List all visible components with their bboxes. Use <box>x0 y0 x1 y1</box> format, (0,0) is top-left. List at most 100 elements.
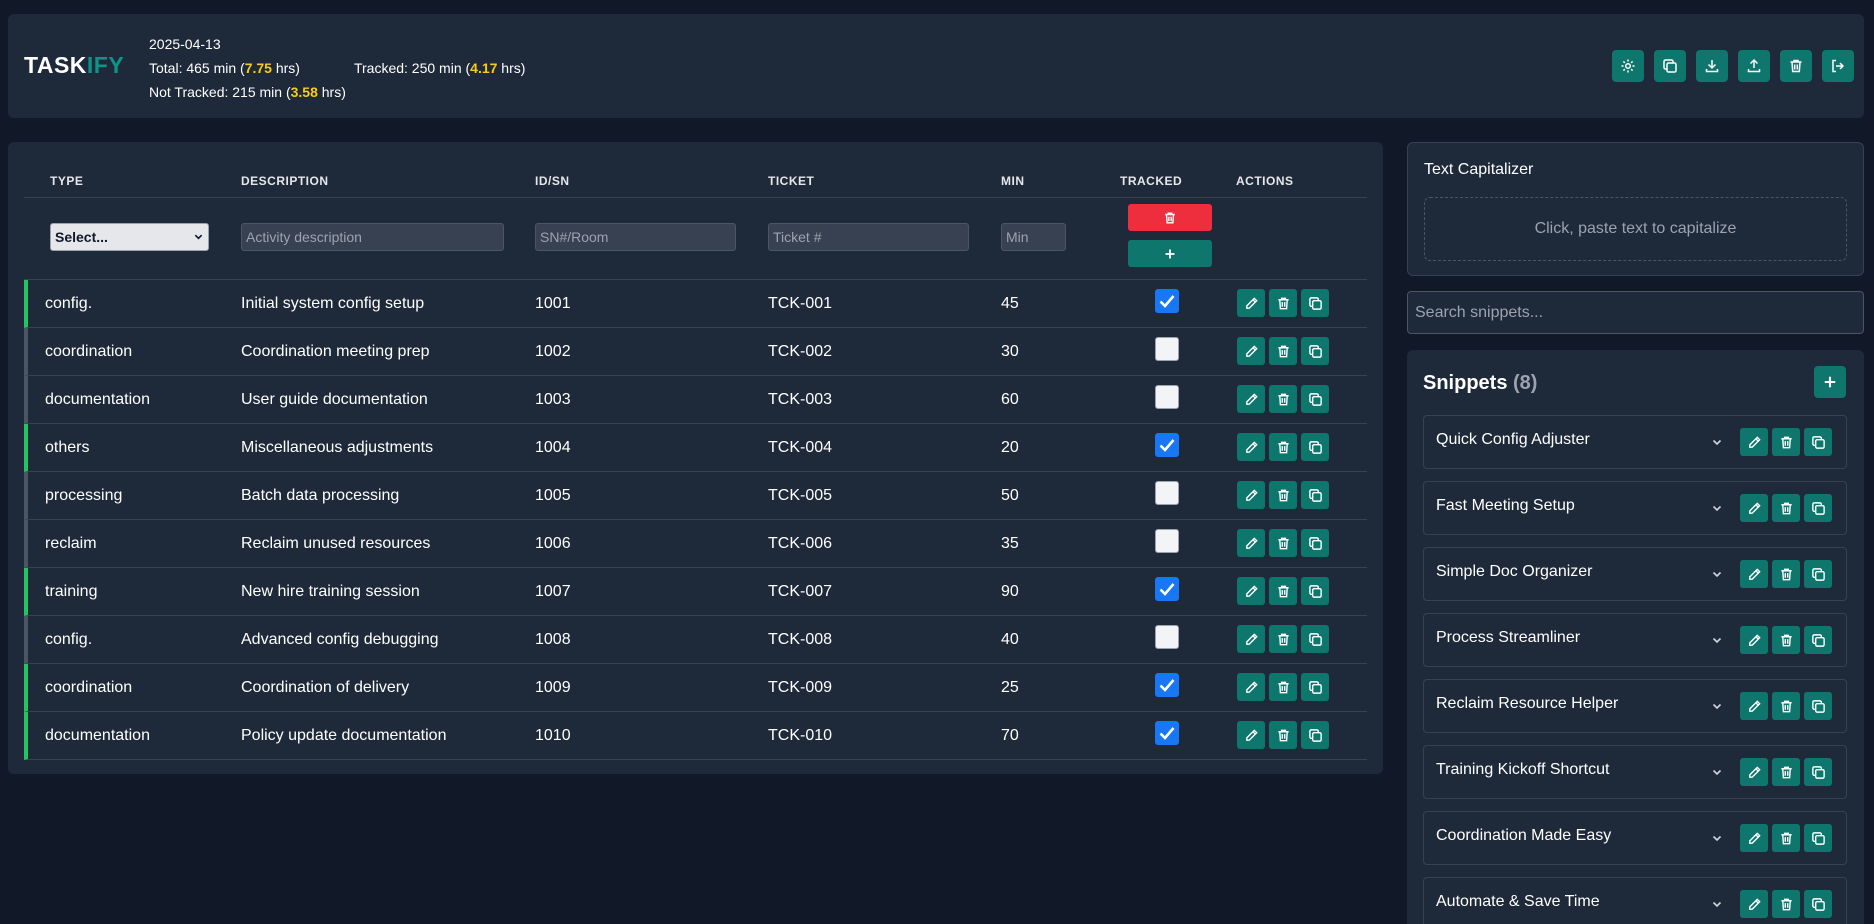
delete-button[interactable] <box>1772 626 1800 654</box>
delete-button[interactable] <box>1269 673 1297 701</box>
copy-button[interactable] <box>1301 625 1329 653</box>
edit-button[interactable] <box>1740 890 1768 918</box>
settings-button[interactable] <box>1612 50 1644 82</box>
clear-all-button[interactable] <box>1780 50 1812 82</box>
edit-button[interactable] <box>1740 692 1768 720</box>
snippet-item[interactable]: Process Streamliner <box>1423 613 1847 667</box>
edit-button[interactable] <box>1237 673 1265 701</box>
copy-button[interactable] <box>1301 481 1329 509</box>
tracked-checkbox[interactable] <box>1155 721 1179 745</box>
copy-button[interactable] <box>1301 289 1329 317</box>
snippet-item[interactable]: Automate & Save Time <box>1423 877 1847 924</box>
delete-button[interactable] <box>1269 481 1297 509</box>
download-button[interactable] <box>1696 50 1728 82</box>
cell-id: 1005 <box>535 487 571 504</box>
edit-button[interactable] <box>1740 626 1768 654</box>
tracked-checkbox[interactable] <box>1155 385 1179 409</box>
delete-button[interactable] <box>1269 577 1297 605</box>
copy-button[interactable] <box>1301 673 1329 701</box>
delete-button[interactable] <box>1772 890 1800 918</box>
upload-button[interactable] <box>1738 50 1770 82</box>
snippet-search-input[interactable]: Search snippets... <box>1407 291 1864 334</box>
add-snippet-button[interactable] <box>1814 366 1846 398</box>
snippet-item[interactable]: Quick Config Adjuster <box>1423 415 1847 469</box>
logout-button[interactable] <box>1822 50 1854 82</box>
snippet-item[interactable]: Simple Doc Organizer <box>1423 547 1847 601</box>
edit-button[interactable] <box>1237 529 1265 557</box>
edit-button[interactable] <box>1740 428 1768 456</box>
chevron-down-icon[interactable] <box>1712 569 1722 579</box>
description-input[interactable]: Activity description <box>241 223 504 251</box>
copy-button[interactable] <box>1301 337 1329 365</box>
add-activity-button[interactable] <box>1128 240 1212 267</box>
copy-button[interactable] <box>1804 428 1832 456</box>
delete-button[interactable] <box>1269 337 1297 365</box>
edit-button[interactable] <box>1237 289 1265 317</box>
row-actions <box>1237 481 1329 509</box>
snippet-item[interactable]: Reclaim Resource Helper <box>1423 679 1847 733</box>
edit-button[interactable] <box>1740 494 1768 522</box>
delete-button[interactable] <box>1772 428 1800 456</box>
pencil-icon <box>1245 728 1258 741</box>
delete-button[interactable] <box>1772 560 1800 588</box>
min-input[interactable]: Min <box>1001 223 1066 251</box>
delete-button[interactable] <box>1269 625 1297 653</box>
chevron-down-icon[interactable] <box>1712 635 1722 645</box>
id-input[interactable]: SN#/Room <box>535 223 736 251</box>
copy-button[interactable] <box>1301 721 1329 749</box>
delete-button[interactable] <box>1269 433 1297 461</box>
edit-button[interactable] <box>1237 625 1265 653</box>
tracked-checkbox[interactable] <box>1155 529 1179 553</box>
copy-button[interactable] <box>1301 385 1329 413</box>
chevron-down-icon[interactable] <box>1712 833 1722 843</box>
delete-all-button[interactable] <box>1128 204 1212 231</box>
tracked-checkbox[interactable] <box>1155 625 1179 649</box>
chevron-down-icon[interactable] <box>1712 701 1722 711</box>
snippet-item[interactable]: Training Kickoff Shortcut <box>1423 745 1847 799</box>
copy-all-button[interactable] <box>1654 50 1686 82</box>
copy-button[interactable] <box>1804 890 1832 918</box>
edit-button[interactable] <box>1740 560 1768 588</box>
tracked-checkbox[interactable] <box>1155 337 1179 361</box>
copy-button[interactable] <box>1804 560 1832 588</box>
copy-button[interactable] <box>1301 433 1329 461</box>
chevron-down-icon[interactable] <box>1712 899 1722 909</box>
edit-button[interactable] <box>1237 481 1265 509</box>
tracked-checkbox[interactable] <box>1155 481 1179 505</box>
delete-button[interactable] <box>1772 494 1800 522</box>
edit-button[interactable] <box>1740 824 1768 852</box>
tracked-checkbox[interactable] <box>1155 289 1179 313</box>
tracked-checkbox[interactable] <box>1155 673 1179 697</box>
ticket-input[interactable]: Ticket # <box>768 223 969 251</box>
copy-button[interactable] <box>1804 626 1832 654</box>
delete-button[interactable] <box>1269 289 1297 317</box>
delete-button[interactable] <box>1269 721 1297 749</box>
copy-button[interactable] <box>1804 758 1832 786</box>
snippet-item[interactable]: Coordination Made Easy <box>1423 811 1847 865</box>
trash-icon <box>1780 766 1792 778</box>
copy-button[interactable] <box>1804 824 1832 852</box>
delete-button[interactable] <box>1772 758 1800 786</box>
delete-button[interactable] <box>1269 385 1297 413</box>
chevron-down-icon[interactable] <box>1712 437 1722 447</box>
edit-button[interactable] <box>1740 758 1768 786</box>
chevron-down-icon[interactable] <box>1712 767 1722 777</box>
copy-button[interactable] <box>1301 577 1329 605</box>
edit-button[interactable] <box>1237 721 1265 749</box>
edit-button[interactable] <box>1237 337 1265 365</box>
copy-button[interactable] <box>1804 692 1832 720</box>
snippet-item[interactable]: Fast Meeting Setup <box>1423 481 1847 535</box>
edit-button[interactable] <box>1237 577 1265 605</box>
delete-button[interactable] <box>1772 692 1800 720</box>
chevron-down-icon[interactable] <box>1712 503 1722 513</box>
copy-button[interactable] <box>1301 529 1329 557</box>
delete-button[interactable] <box>1772 824 1800 852</box>
edit-button[interactable] <box>1237 433 1265 461</box>
copy-button[interactable] <box>1804 494 1832 522</box>
type-select[interactable]: Select... <box>50 223 209 251</box>
tracked-checkbox[interactable] <box>1155 433 1179 457</box>
delete-button[interactable] <box>1269 529 1297 557</box>
tracked-checkbox[interactable] <box>1155 577 1179 601</box>
edit-button[interactable] <box>1237 385 1265 413</box>
capitalizer-dropzone[interactable]: Click, paste text to capitalize <box>1424 197 1847 261</box>
